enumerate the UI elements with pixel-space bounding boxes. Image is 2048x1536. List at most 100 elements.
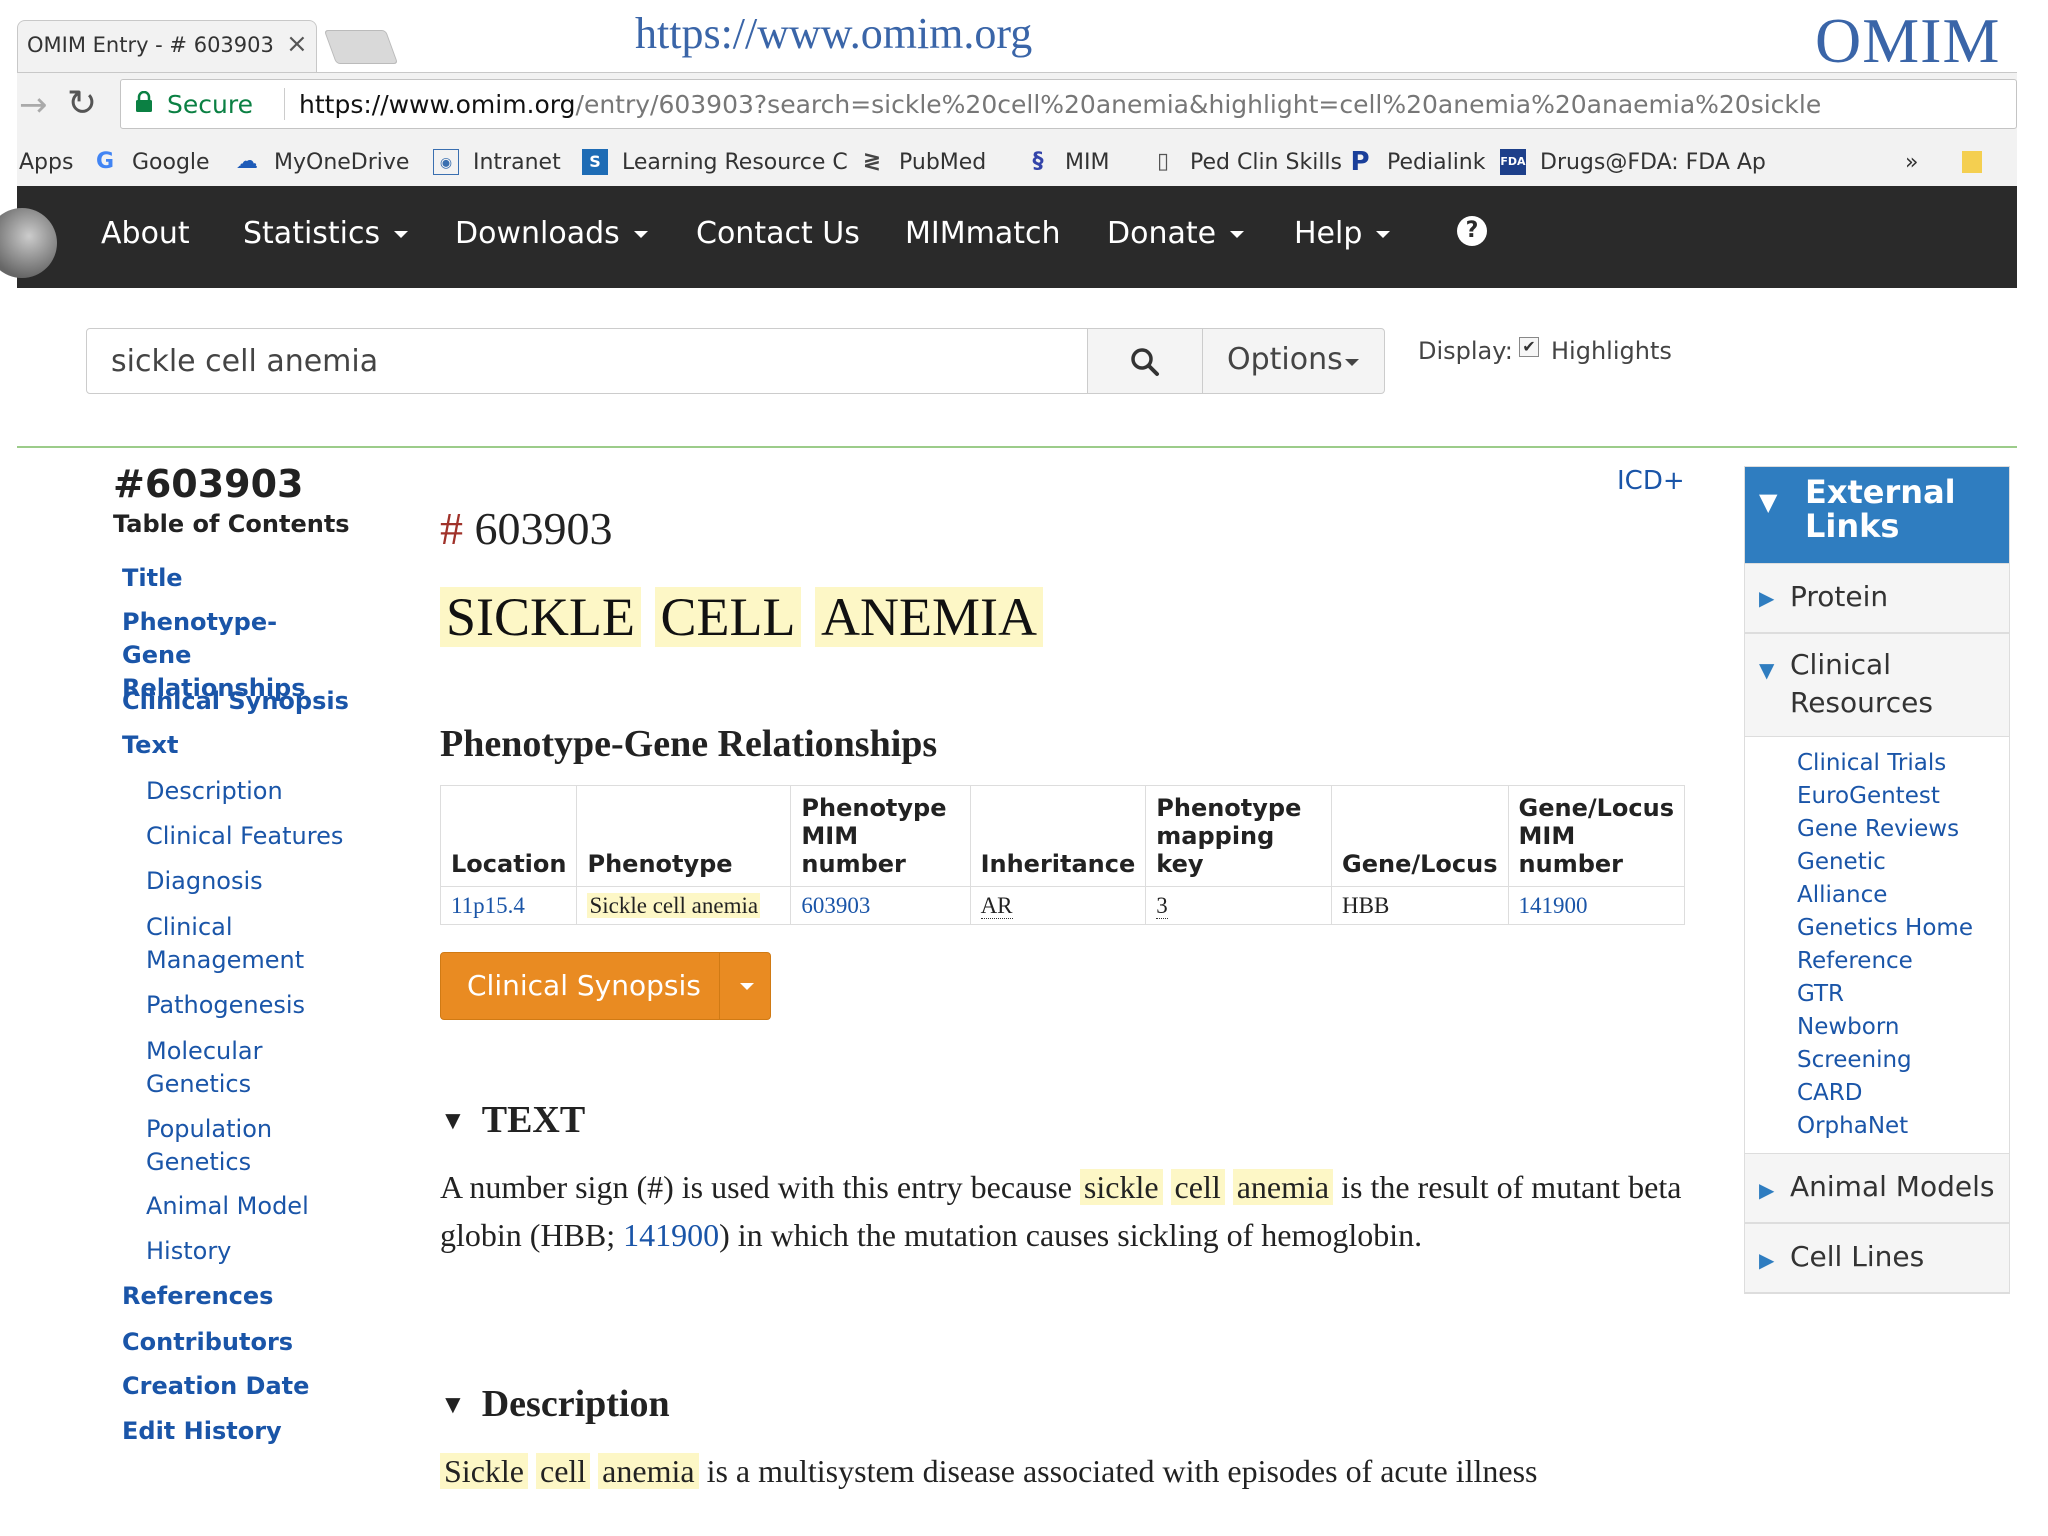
text-heading-label: TEXT bbox=[481, 1099, 586, 1141]
ext-section-cell-lines[interactable]: ▶ Cell Lines bbox=[1745, 1223, 2009, 1293]
ext-link-newborn-screening[interactable]: Newborn Screening bbox=[1797, 1011, 1947, 1077]
ext-link-genetics-home-reference[interactable]: Genetics Home Reference bbox=[1797, 912, 1997, 978]
site-navbar: About Statistics Downloads Contact Us MI… bbox=[0, 186, 2017, 288]
external-links-title: External Links bbox=[1805, 473, 1956, 545]
sharepoint-icon: S bbox=[582, 149, 608, 175]
ext-link-clinical-trials[interactable]: Clinical Trials bbox=[1797, 747, 2009, 780]
pubmed-icon: ≷ bbox=[862, 149, 882, 174]
toc-link-clinical-features[interactable]: Clinical Features bbox=[146, 820, 343, 853]
browser-tab[interactable]: OMIM Entry - # 603903 - × bbox=[17, 20, 317, 72]
ext-link-gene-reviews[interactable]: Gene Reviews bbox=[1797, 813, 2009, 846]
ext-link-eurogentest[interactable]: EuroGentest bbox=[1797, 780, 2009, 813]
description-paragraph: Sickle cell anemia is a multisystem dise… bbox=[440, 1447, 1690, 1495]
clinical-synopsis-button[interactable]: Clinical Synopsis bbox=[440, 952, 771, 1020]
search-icon bbox=[1131, 348, 1159, 376]
nav-downloads[interactable]: Downloads bbox=[455, 216, 648, 251]
ext-section-clinical-resources[interactable]: ▼ Clinical Resources bbox=[1745, 633, 2009, 737]
toc-link-edit-history[interactable]: Edit History bbox=[122, 1415, 282, 1448]
lock-icon bbox=[136, 91, 152, 112]
nav-label: Statistics bbox=[243, 216, 381, 251]
inheritance-abbr[interactable]: AR bbox=[980, 892, 1013, 919]
text-section-heading[interactable]: ▼ TEXT bbox=[440, 1098, 585, 1142]
toc-link-clinical-management[interactable]: Clinical Management bbox=[146, 911, 316, 977]
ext-link-orphanet[interactable]: OrphaNet bbox=[1797, 1110, 2009, 1143]
external-links-header[interactable]: ▼ External Links bbox=[1745, 467, 2009, 563]
bookmark-label: MIM bbox=[1065, 149, 1110, 175]
location-link[interactable]: 11p15.4 bbox=[439, 886, 578, 925]
toc-link-creation-date[interactable]: Creation Date bbox=[122, 1370, 309, 1403]
toc-link-references[interactable]: References bbox=[122, 1280, 273, 1313]
bookmark-pedialink[interactable]: P Pedialink bbox=[1347, 144, 1485, 180]
bookmark-google[interactable]: G Google bbox=[92, 144, 210, 180]
para-text: is a multisystem disease associated with… bbox=[698, 1453, 1538, 1489]
nav-donate[interactable]: Donate bbox=[1107, 216, 1245, 251]
nav-statistics[interactable]: Statistics bbox=[243, 216, 409, 251]
caret-down-icon[interactable] bbox=[740, 983, 754, 990]
phenotype-mim-link[interactable]: 603903 bbox=[790, 886, 971, 925]
bookmark-ped-clin-skills[interactable]: ▯ Ped Clin Skills bbox=[1150, 144, 1342, 180]
nav-help[interactable]: Help bbox=[1294, 216, 1391, 251]
phenotype-text: Sickle cell anemia bbox=[587, 892, 761, 918]
toc-link-pathogenesis[interactable]: Pathogenesis bbox=[146, 989, 305, 1022]
address-bar[interactable]: Secure https://www.omim.org/entry/603903… bbox=[120, 79, 2017, 129]
toc-link-title[interactable]: Title bbox=[122, 562, 183, 595]
reload-icon[interactable]: ↻ bbox=[67, 83, 97, 124]
toc-link-contributors[interactable]: Contributors bbox=[122, 1326, 293, 1359]
inheritance-cell: AR bbox=[969, 886, 1147, 925]
ext-link-card[interactable]: CARD bbox=[1797, 1077, 2009, 1110]
description-section-heading[interactable]: ▼ Description bbox=[440, 1382, 670, 1426]
bookmark-pubmed[interactable]: ≷ PubMed bbox=[859, 144, 987, 180]
ext-section-label: Animal Models bbox=[1790, 1170, 1995, 1203]
icd-link[interactable]: ICD+ bbox=[1617, 466, 1685, 496]
nav-mimmatch[interactable]: MIMmatch bbox=[905, 216, 1061, 251]
bookmark-label: PubMed bbox=[899, 149, 987, 175]
toc-link-diagnosis[interactable]: Diagnosis bbox=[146, 865, 263, 898]
bookmark-drugs-fda[interactable]: FDA Drugs@FDA: FDA Ap bbox=[1500, 144, 1766, 180]
omim-logo[interactable] bbox=[0, 208, 57, 278]
mapping-key-abbr[interactable]: 3 bbox=[1156, 892, 1168, 919]
gene-mim-link[interactable]: 141900 bbox=[1507, 886, 1686, 925]
bookmark-label: MyOneDrive bbox=[274, 149, 410, 175]
toc-link-clinical-synopsis[interactable]: Clinical Synopsis bbox=[122, 685, 349, 718]
bookmarks-overflow-button[interactable]: » bbox=[1905, 144, 1918, 180]
ext-link-gtr[interactable]: GTR bbox=[1797, 978, 2009, 1011]
pedialink-icon: P bbox=[1350, 147, 1370, 177]
question-circle-icon[interactable]: ? bbox=[1457, 216, 1487, 246]
options-dropdown-button[interactable]: Options bbox=[1202, 328, 1385, 394]
bookmark-apps[interactable]: Apps bbox=[19, 144, 73, 180]
new-tab-button[interactable] bbox=[323, 30, 399, 64]
folder-icon[interactable] bbox=[1962, 144, 1982, 180]
search-input[interactable] bbox=[86, 328, 1088, 394]
bookmark-label: Apps bbox=[19, 149, 74, 175]
hbb-mim-link[interactable]: 141900 bbox=[623, 1217, 719, 1253]
close-icon[interactable]: × bbox=[286, 29, 308, 59]
url-text[interactable]: https://www.omim.org/entry/603903?search… bbox=[299, 90, 1999, 119]
ext-link-genetic-alliance[interactable]: Genetic Alliance bbox=[1797, 846, 1947, 912]
ext-section-protein[interactable]: ▶ Protein bbox=[1745, 563, 2009, 633]
toc-link-animal-model[interactable]: Animal Model bbox=[146, 1190, 309, 1223]
back-arrow-icon[interactable]: → bbox=[19, 85, 48, 125]
bookmark-mim[interactable]: § MIM bbox=[1025, 144, 1110, 180]
table-header-row: Location Phenotype Phenotype MIM number … bbox=[439, 785, 1686, 887]
bookmark-label: Google bbox=[132, 149, 210, 175]
mapping-key-cell: 3 bbox=[1145, 886, 1332, 925]
toc-link-text[interactable]: Text bbox=[122, 729, 178, 762]
bookmark-intranet[interactable]: ◉ Intranet bbox=[433, 144, 561, 180]
toc-link-history[interactable]: History bbox=[146, 1235, 231, 1268]
toc-link-population-genetics[interactable]: Population Genetics bbox=[146, 1113, 306, 1179]
ext-section-animal-models[interactable]: ▶ Animal Models bbox=[1745, 1153, 2009, 1223]
folder-icon-shape bbox=[1962, 151, 1982, 173]
fda-icon: FDA bbox=[1500, 149, 1526, 175]
toc-link-molecular-genetics[interactable]: Molecular Genetics bbox=[146, 1035, 306, 1101]
toc-link-description[interactable]: Description bbox=[146, 775, 283, 808]
nav-about[interactable]: About bbox=[101, 216, 190, 251]
search-button[interactable] bbox=[1087, 328, 1203, 394]
bookmark-learning-resource[interactable]: S Learning Resource C bbox=[582, 144, 848, 180]
col-header: Phenotype mapping key bbox=[1145, 785, 1332, 887]
highlights-checkbox[interactable]: ✔ bbox=[1519, 337, 1539, 357]
dna-icon: § bbox=[1032, 149, 1044, 174]
expand-triangle-icon: ▼ bbox=[1759, 488, 1778, 516]
nav-contact-us[interactable]: Contact Us bbox=[696, 216, 860, 251]
tab-title: OMIM Entry - # 603903 - bbox=[27, 33, 277, 57]
bookmark-myonedrive[interactable]: ☁ MyOneDrive bbox=[234, 144, 409, 180]
